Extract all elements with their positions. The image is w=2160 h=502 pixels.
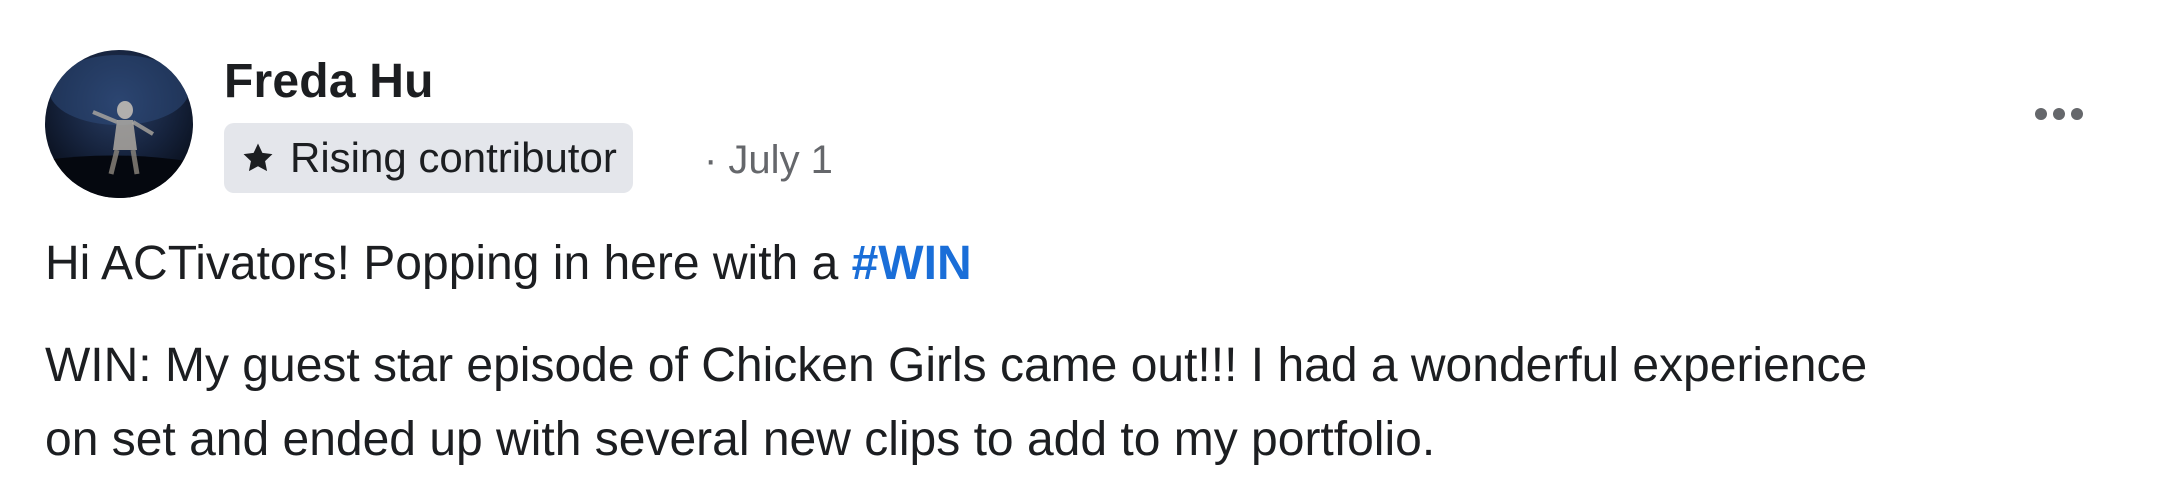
post-body-line-2: on set and ended up with several new cli…: [45, 413, 1436, 466]
post-card: Freda Hu Rising contributor · July 1 Hi …: [0, 0, 2160, 502]
badge-label: Rising contributor: [290, 134, 617, 181]
more-dot: [2071, 108, 2083, 120]
more-dot: [2053, 108, 2065, 120]
author-avatar[interactable]: [45, 50, 193, 198]
post-body-line-1: WIN: My guest star episode of Chicken Gi…: [45, 339, 1868, 392]
more-horizontal-icon: [2035, 108, 2047, 120]
post-intro-line: Hi ACTivators! Popping in here with a #W…: [45, 236, 972, 291]
author-name[interactable]: Freda Hu: [224, 54, 434, 109]
more-options-button[interactable]: [2024, 94, 2094, 134]
rising-contributor-badge[interactable]: Rising contributor: [224, 123, 633, 193]
post-date[interactable]: · July 1: [704, 138, 833, 183]
post-intro-text: Hi ACTivators! Popping in here with a: [45, 237, 852, 290]
hashtag-link[interactable]: #WIN: [852, 237, 972, 290]
star-icon: [238, 138, 278, 178]
